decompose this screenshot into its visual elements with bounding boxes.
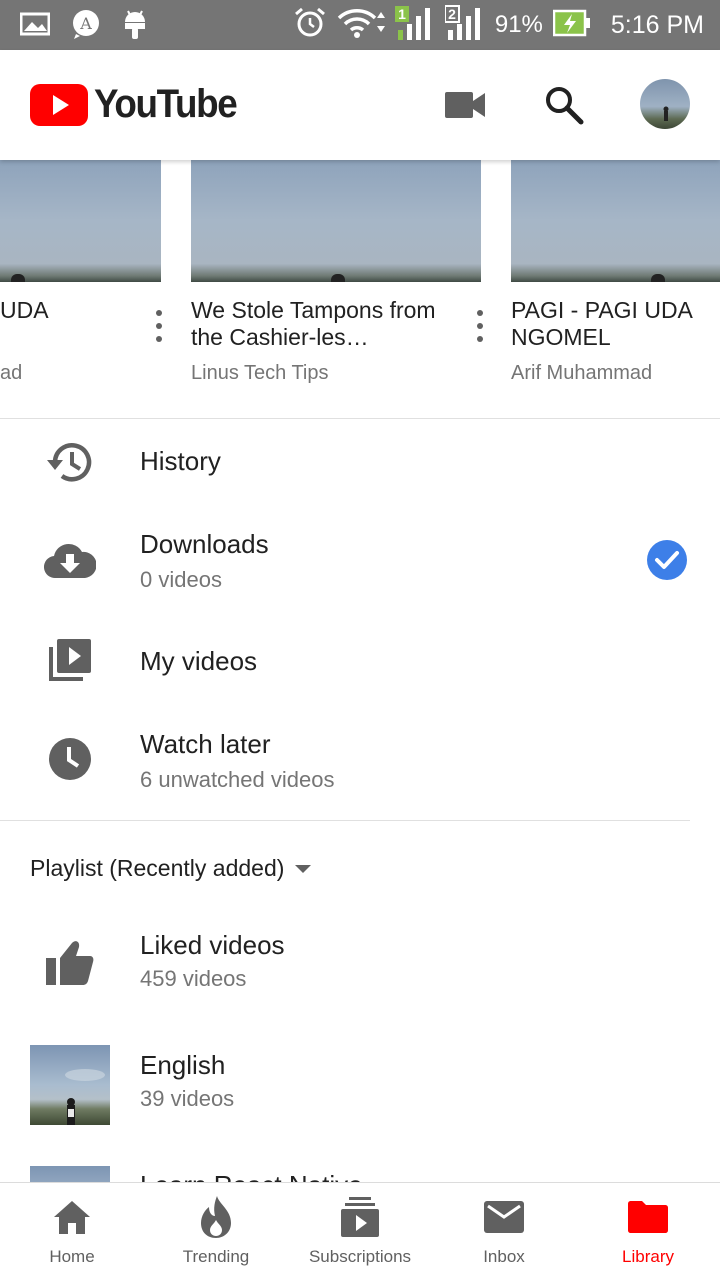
divider	[0, 418, 720, 419]
bottom-navigation: Home Trending Subscriptions Inbox Librar…	[0, 1182, 720, 1280]
more-options-button[interactable]	[147, 306, 171, 346]
video-camera-icon	[445, 92, 485, 118]
youtube-logo[interactable]: YouTube	[30, 82, 249, 127]
recent-video-card[interactable]: We Stole Tampons from the Cashier-les… L…	[191, 160, 481, 384]
svg-text:A: A	[79, 14, 92, 33]
library-item-my-videos[interactable]: My videos	[0, 620, 720, 704]
nav-inbox[interactable]: Inbox	[432, 1183, 576, 1280]
battery-percent: 91%	[494, 11, 543, 38]
clock: 5:16 PM	[610, 10, 704, 39]
video-title: We Stole Tampons from the Cashier-les…	[191, 297, 436, 350]
nav-trending[interactable]: Trending	[144, 1183, 288, 1280]
playlist-sort-dropdown[interactable]: Playlist (Recently added)	[30, 855, 312, 882]
gallery-notification-icon	[19, 12, 51, 41]
app-bar: YouTube	[0, 50, 720, 160]
downloads-status-check-icon	[647, 540, 687, 585]
playlist-sort-label: Playlist (Recently added)	[30, 855, 285, 881]
video-channel: ad	[0, 362, 23, 384]
app-notification-icon: A	[70, 8, 102, 45]
recent-video-card[interactable]: PAGI - PAGI UDA NGOMEL Arif Muhammad	[511, 160, 720, 384]
video-channel: Arif Muhammad	[511, 362, 653, 384]
alarm-icon	[293, 6, 327, 45]
history-icon	[40, 432, 100, 492]
history-label: History	[140, 446, 221, 476]
nav-home-label: Home	[49, 1247, 95, 1266]
signal-sim1-icon: 1	[394, 4, 435, 47]
watch-later-count: 6 unwatched videos	[140, 767, 335, 792]
playlist-count: 459 videos	[140, 966, 247, 991]
chevron-down-icon	[295, 864, 312, 873]
flame-icon	[194, 1196, 238, 1238]
video-thumbnail[interactable]	[191, 160, 481, 282]
playlist-title: Liked videos	[140, 930, 285, 960]
video-thumbnail[interactable]	[511, 160, 720, 282]
search-button[interactable]	[536, 77, 592, 133]
nav-library-label: Library	[622, 1247, 674, 1266]
nav-library[interactable]: Library	[576, 1183, 720, 1280]
nav-trending-label: Trending	[182, 1247, 250, 1266]
watch-later-label: Watch later	[140, 729, 271, 759]
status-bar: A 1 2 91% 5:16 PM	[0, 0, 720, 50]
nav-subscriptions-label: Subscriptions	[308, 1247, 412, 1266]
search-icon	[546, 87, 584, 125]
recent-video-card[interactable]: UDA ad	[0, 160, 161, 384]
upload-video-button[interactable]	[437, 77, 493, 133]
logo-text: YouTube	[94, 82, 238, 126]
downloads-count: 0 videos	[140, 567, 222, 592]
playlist-item-liked-videos[interactable]: Liked videos 459 videos	[0, 910, 720, 1020]
nav-home[interactable]: Home	[0, 1183, 144, 1280]
downloads-label: Downloads	[140, 529, 269, 559]
video-thumbnail[interactable]	[0, 160, 161, 282]
my-videos-label: My videos	[140, 646, 258, 676]
nav-inbox-label: Inbox	[483, 1247, 525, 1266]
library-item-watch-later[interactable]: Watch later 6 unwatched videos	[0, 705, 720, 817]
more-options-button[interactable]	[468, 306, 492, 346]
youtube-play-icon	[30, 83, 88, 126]
clock-icon	[40, 729, 100, 789]
svg-text:2: 2	[448, 6, 456, 22]
signal-sim2-icon: 2	[443, 4, 485, 47]
nav-subscriptions[interactable]: Subscriptions	[288, 1183, 432, 1280]
mail-icon	[482, 1197, 526, 1237]
video-title: PAGI - PAGI UDA NGOMEL	[511, 297, 692, 350]
library-item-history[interactable]: History	[0, 420, 720, 504]
video-channel: Linus Tech Tips	[191, 362, 329, 384]
folder-icon	[626, 1197, 670, 1237]
subscriptions-icon	[338, 1197, 382, 1237]
wifi-icon	[337, 6, 385, 45]
playlist-count: 39 videos	[140, 1086, 235, 1111]
playlist-title: English	[140, 1050, 226, 1080]
playlist-item-english[interactable]: English 39 videos	[0, 1030, 720, 1140]
svg-text:1: 1	[398, 6, 406, 22]
my-videos-icon	[40, 630, 100, 690]
library-item-downloads[interactable]: Downloads 0 videos	[0, 505, 720, 617]
recent-videos-shelf: UDA ad We Stole Tampons from the Cashier…	[0, 160, 720, 418]
thumbs-up-icon	[40, 932, 100, 992]
home-icon	[50, 1197, 94, 1237]
divider	[0, 820, 690, 821]
account-avatar[interactable]	[640, 79, 690, 129]
playlist-thumbnail	[30, 1045, 110, 1125]
battery-charging-icon	[552, 9, 591, 42]
cloud-download-icon	[40, 531, 100, 591]
android-debug-icon	[122, 8, 148, 45]
